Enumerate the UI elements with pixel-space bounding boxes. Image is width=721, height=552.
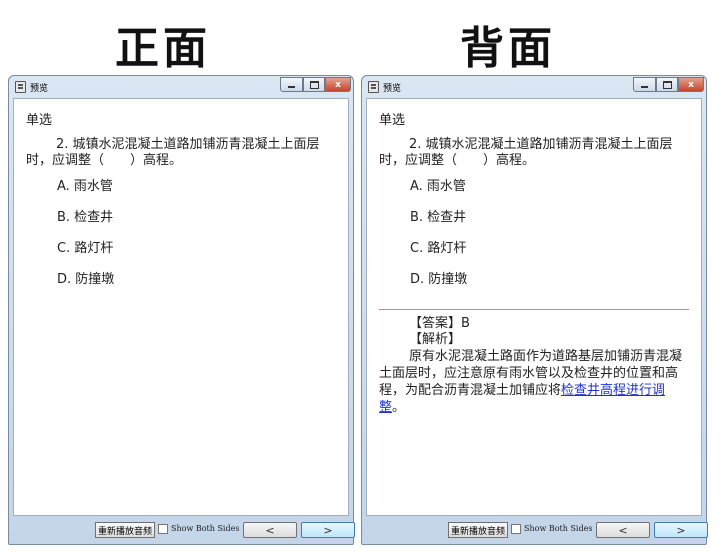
window-title: 预览: [30, 84, 49, 94]
answer-divider: [379, 309, 689, 310]
previous-button[interactable]: <: [596, 522, 650, 538]
show-both-sides-checkbox[interactable]: [158, 524, 168, 534]
question-type: 单选: [26, 113, 53, 128]
preview-window-back: 预览 x 单选 2. 城镇水泥混凝土道路加铺沥青混凝土上面层时，应调整（ ）高程…: [361, 75, 708, 545]
question-stem: 2. 城镇水泥混凝土道路加铺沥青混凝土上面层时，应调整（ ）高程。: [26, 137, 320, 168]
show-both-sides-label: Show Both Sides: [171, 524, 240, 533]
option-a: A. 雨水管: [57, 179, 113, 194]
answer-text: 【答案】B: [409, 316, 470, 331]
next-button[interactable]: >: [301, 522, 355, 538]
card-content-area: 单选 2. 城镇水泥混凝土道路加铺沥青混凝土上面层时，应调整（ ）高程。 A. …: [13, 98, 349, 516]
option-list: A. 雨水管 B. 检查井 C. 路灯杆 D. 防撞墩: [379, 179, 689, 303]
chevron-right-icon: >: [323, 523, 333, 537]
question-stem: 2. 城镇水泥混凝土道路加铺沥青混凝土上面层时，应调整（ ）高程。: [379, 137, 673, 168]
maximize-icon: [662, 80, 672, 89]
close-icon: x: [335, 79, 341, 90]
option-list: A. 雨水管 B. 检查井 C. 路灯杆 D. 防撞墩: [26, 179, 336, 303]
chevron-left-icon: <: [618, 523, 628, 537]
option-d: D. 防撞墩: [410, 272, 468, 287]
close-icon: x: [688, 79, 694, 90]
app-icon: [368, 81, 379, 93]
preview-window-front: 预览 x 单选 2. 城镇水泥混凝土道路加铺沥青混凝土上面层时，应调整（ ）高程…: [8, 75, 355, 545]
analysis-paragraph: 原有水泥混凝土路面作为道路基层加铺沥青混凝土面层时，应注意原有雨水管以及检查井的…: [379, 348, 689, 416]
option-c: C. 路灯杆: [410, 241, 467, 256]
maximize-button[interactable]: [303, 77, 325, 92]
option-a: A. 雨水管: [410, 179, 466, 194]
app-icon: [15, 81, 26, 93]
minimize-icon: [641, 85, 648, 88]
analysis-end: 。: [392, 400, 406, 415]
show-both-sides-checkbox[interactable]: [511, 524, 521, 534]
back-side-label: 背面: [460, 23, 556, 74]
option-b: B. 检查井: [410, 210, 467, 225]
option-b: B. 检查井: [57, 210, 114, 225]
next-button[interactable]: >: [654, 522, 708, 538]
maximize-button[interactable]: [656, 77, 678, 92]
option-d: D. 防撞墩: [57, 272, 115, 287]
analysis-heading: 【解析】: [409, 332, 462, 347]
replay-audio-button[interactable]: 重新播放音频: [448, 522, 509, 538]
footer-bar: 重新播放音频 Show Both Sides < >: [13, 518, 355, 542]
card-content-area: 单选 2. 城镇水泥混凝土道路加铺沥青混凝土上面层时，应调整（ ）高程。 A. …: [366, 98, 702, 516]
minimize-icon: [288, 85, 295, 88]
window-title: 预览: [383, 84, 402, 94]
close-button[interactable]: x: [325, 77, 351, 92]
question-type: 单选: [379, 113, 406, 128]
footer-bar: 重新播放音频 Show Both Sides < >: [366, 518, 708, 542]
minimize-button[interactable]: [280, 77, 303, 92]
previous-button[interactable]: <: [243, 522, 297, 538]
option-c: C. 路灯杆: [57, 241, 114, 256]
minimize-button[interactable]: [633, 77, 656, 92]
close-button[interactable]: x: [678, 77, 704, 92]
replay-audio-button[interactable]: 重新播放音频: [95, 522, 156, 538]
chevron-left-icon: <: [265, 523, 275, 537]
chevron-right-icon: >: [676, 523, 686, 537]
title-bar[interactable]: 预览 x: [9, 76, 353, 98]
title-bar[interactable]: 预览 x: [362, 76, 706, 98]
show-both-sides-label: Show Both Sides: [524, 524, 593, 533]
front-side-label: 正面: [115, 23, 211, 74]
maximize-icon: [309, 80, 319, 89]
